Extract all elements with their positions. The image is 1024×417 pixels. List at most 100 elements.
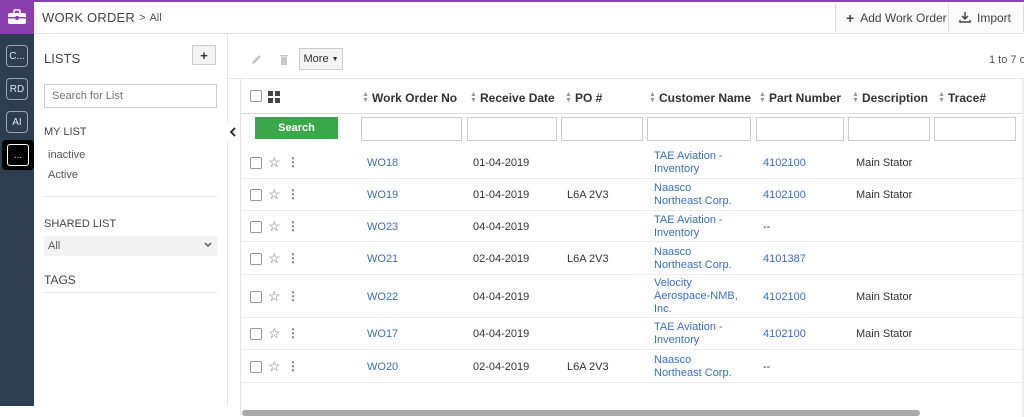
part-number-cell: -- xyxy=(763,221,771,233)
grid-toolbar: More ▼ 1 to 7 o xyxy=(229,34,1024,79)
caret-down-icon: ▼ xyxy=(331,55,339,63)
table-row[interactable]: ☆ ⋮ WO21 02-04-2019 L6A 2V3 Naasco Northeast C… xyxy=(241,242,1024,275)
row-checkbox[interactable] xyxy=(250,189,262,201)
work-order-link[interactable]: WO18 xyxy=(367,157,398,170)
column-label: Work Order No xyxy=(372,91,458,105)
star-icon[interactable]: ☆ xyxy=(268,288,281,305)
row-checkbox[interactable] xyxy=(250,253,262,265)
po-cell: L6A 2V3 xyxy=(567,189,609,201)
list-search-input[interactable] xyxy=(44,84,217,108)
kebab-menu-icon[interactable]: ⋮ xyxy=(287,155,299,169)
list-item-inactive[interactable]: inactive xyxy=(48,149,85,161)
work-order-link[interactable]: WO19 xyxy=(367,189,398,202)
part-number-cell: -- xyxy=(763,361,771,373)
customer-name-link[interactable]: Naasco Northeast Corp. xyxy=(654,182,732,208)
filter-input-receive-date[interactable] xyxy=(467,117,557,141)
description-cell: Main Stator xyxy=(856,157,913,169)
receive-date-cell: 04-04-2019 xyxy=(473,221,530,233)
rail-item-more[interactable]: ... xyxy=(2,140,34,170)
table-row[interactable]: ☆ ⋮ WO23 04-04-2019 TAE Aviation - Inventory -… xyxy=(241,211,1024,242)
divider xyxy=(44,292,217,293)
work-order-link[interactable]: WO23 xyxy=(367,221,398,234)
trash-icon[interactable] xyxy=(274,49,294,69)
rail-item-rd[interactable]: RD xyxy=(6,78,28,100)
search-button[interactable]: Search xyxy=(255,117,338,139)
table-row[interactable]: ☆ ⋮ WO20 02-04-2019 L6A 2V3 Naasco Northeast C… xyxy=(241,350,1024,383)
kebab-menu-icon[interactable]: ⋮ xyxy=(287,251,299,265)
po-cell: L6A 2V3 xyxy=(567,253,609,265)
filter-input-customer-name[interactable] xyxy=(647,117,751,141)
briefcase-icon[interactable] xyxy=(0,0,34,34)
column-header-work-order-no[interactable]: ▲ ▼ Work Order No xyxy=(362,91,457,105)
customer-name-link[interactable]: Naasco Northeast Corp. xyxy=(654,246,732,272)
kebab-menu-icon[interactable]: ⋮ xyxy=(287,219,299,233)
customer-name-link[interactable]: Naasco Northeast Corp. xyxy=(654,354,732,380)
column-label: Description xyxy=(862,91,929,105)
shared-list-select[interactable]: All xyxy=(44,236,217,256)
column-header-part-number[interactable]: ▲ ▼ Part Number xyxy=(759,91,841,105)
row-checkbox[interactable] xyxy=(250,221,262,233)
filter-input-trace[interactable] xyxy=(934,117,1016,141)
work-order-link[interactable]: WO20 xyxy=(367,361,398,374)
kebab-menu-icon[interactable]: ⋮ xyxy=(287,359,299,373)
customer-name-link[interactable]: TAE Aviation - Inventory xyxy=(654,150,723,176)
kebab-menu-icon[interactable]: ⋮ xyxy=(287,289,299,303)
star-icon[interactable]: ☆ xyxy=(268,186,281,203)
work-order-link[interactable]: WO21 xyxy=(367,253,398,266)
table-row[interactable]: ☆ ⋮ WO22 04-04-2019 Velocity Aerospace-NMB, In… xyxy=(241,275,1024,318)
star-icon[interactable]: ☆ xyxy=(268,218,281,235)
table-row[interactable]: ☆ ⋮ WO17 04-04-2019 TAE Aviation - Inventory 4… xyxy=(241,318,1024,350)
column-header-description[interactable]: ▲ ▼ Description xyxy=(852,91,928,105)
add-work-order-button[interactable]: + Add Work Order xyxy=(835,4,958,32)
part-number-cell[interactable]: 4102100 xyxy=(763,328,806,341)
filter-input-part-number[interactable] xyxy=(756,117,844,141)
part-number-cell[interactable]: 4102100 xyxy=(763,291,806,304)
row-checkbox[interactable] xyxy=(250,328,262,340)
part-number-cell[interactable]: 4102100 xyxy=(763,157,806,170)
star-icon[interactable]: ☆ xyxy=(268,358,281,375)
row-checkbox[interactable] xyxy=(250,291,262,303)
import-button[interactable]: Import xyxy=(948,4,1024,32)
rail-item-ai[interactable]: AI xyxy=(6,111,28,133)
customer-name-link[interactable]: Velocity Aerospace-NMB, Inc. xyxy=(654,277,738,316)
sort-icon: ▲ ▼ xyxy=(759,91,766,104)
horizontal-scrollbar[interactable] xyxy=(242,410,920,416)
divider xyxy=(44,196,217,197)
customer-name-link[interactable]: TAE Aviation - Inventory xyxy=(654,321,723,347)
breadcrumb-current[interactable]: All xyxy=(149,12,161,24)
column-header-customer-name[interactable]: ▲ ▼ Customer Name xyxy=(649,91,751,105)
column-label: Part Number xyxy=(769,91,842,105)
star-icon[interactable]: ☆ xyxy=(268,154,281,171)
pencil-icon[interactable] xyxy=(246,49,266,69)
rail-item-c[interactable]: C... xyxy=(6,45,28,67)
kebab-menu-icon[interactable]: ⋮ xyxy=(287,187,299,201)
column-chooser-icon[interactable] xyxy=(268,90,280,108)
tags-title: TAGS xyxy=(44,273,76,287)
part-number-cell[interactable]: 4102100 xyxy=(763,189,806,202)
po-cell: L6A 2V3 xyxy=(567,361,609,373)
filter-input-work-order-no[interactable] xyxy=(361,117,462,141)
filter-input-description[interactable] xyxy=(848,117,930,141)
row-checkbox[interactable] xyxy=(250,157,262,169)
customer-name-link[interactable]: TAE Aviation - Inventory xyxy=(654,214,723,240)
work-order-link[interactable]: WO17 xyxy=(367,328,398,341)
select-all-checkbox[interactable] xyxy=(250,90,262,102)
column-header-po[interactable]: ▲ ▼ PO # xyxy=(565,91,602,105)
description-cell: Main Stator xyxy=(856,189,913,201)
column-header-receive-date[interactable]: ▲ ▼ Receive Date xyxy=(470,91,555,105)
customer-name-line: TAE Aviation - xyxy=(654,150,723,162)
star-icon[interactable]: ☆ xyxy=(268,325,281,342)
row-checkbox[interactable] xyxy=(250,361,262,373)
table-row[interactable]: ☆ ⋮ WO19 01-04-2019 L6A 2V3 Naasco Northeast C… xyxy=(241,179,1024,211)
filter-input-po[interactable] xyxy=(561,117,643,141)
table-row[interactable]: ☆ ⋮ WO18 01-04-2019 TAE Aviation - Inventory 4… xyxy=(241,146,1024,179)
more-dropdown[interactable]: More ▼ xyxy=(299,48,343,70)
customer-name-line: Naasco xyxy=(654,182,692,194)
list-item-active[interactable]: Active xyxy=(48,169,78,181)
kebab-menu-icon[interactable]: ⋮ xyxy=(287,326,299,340)
add-list-button[interactable]: + xyxy=(192,45,216,65)
work-order-link[interactable]: WO22 xyxy=(367,291,398,304)
column-header-trace[interactable]: ▲ ▼ Trace# xyxy=(938,91,986,105)
star-icon[interactable]: ☆ xyxy=(268,250,281,267)
part-number-cell[interactable]: 4101387 xyxy=(763,253,806,266)
